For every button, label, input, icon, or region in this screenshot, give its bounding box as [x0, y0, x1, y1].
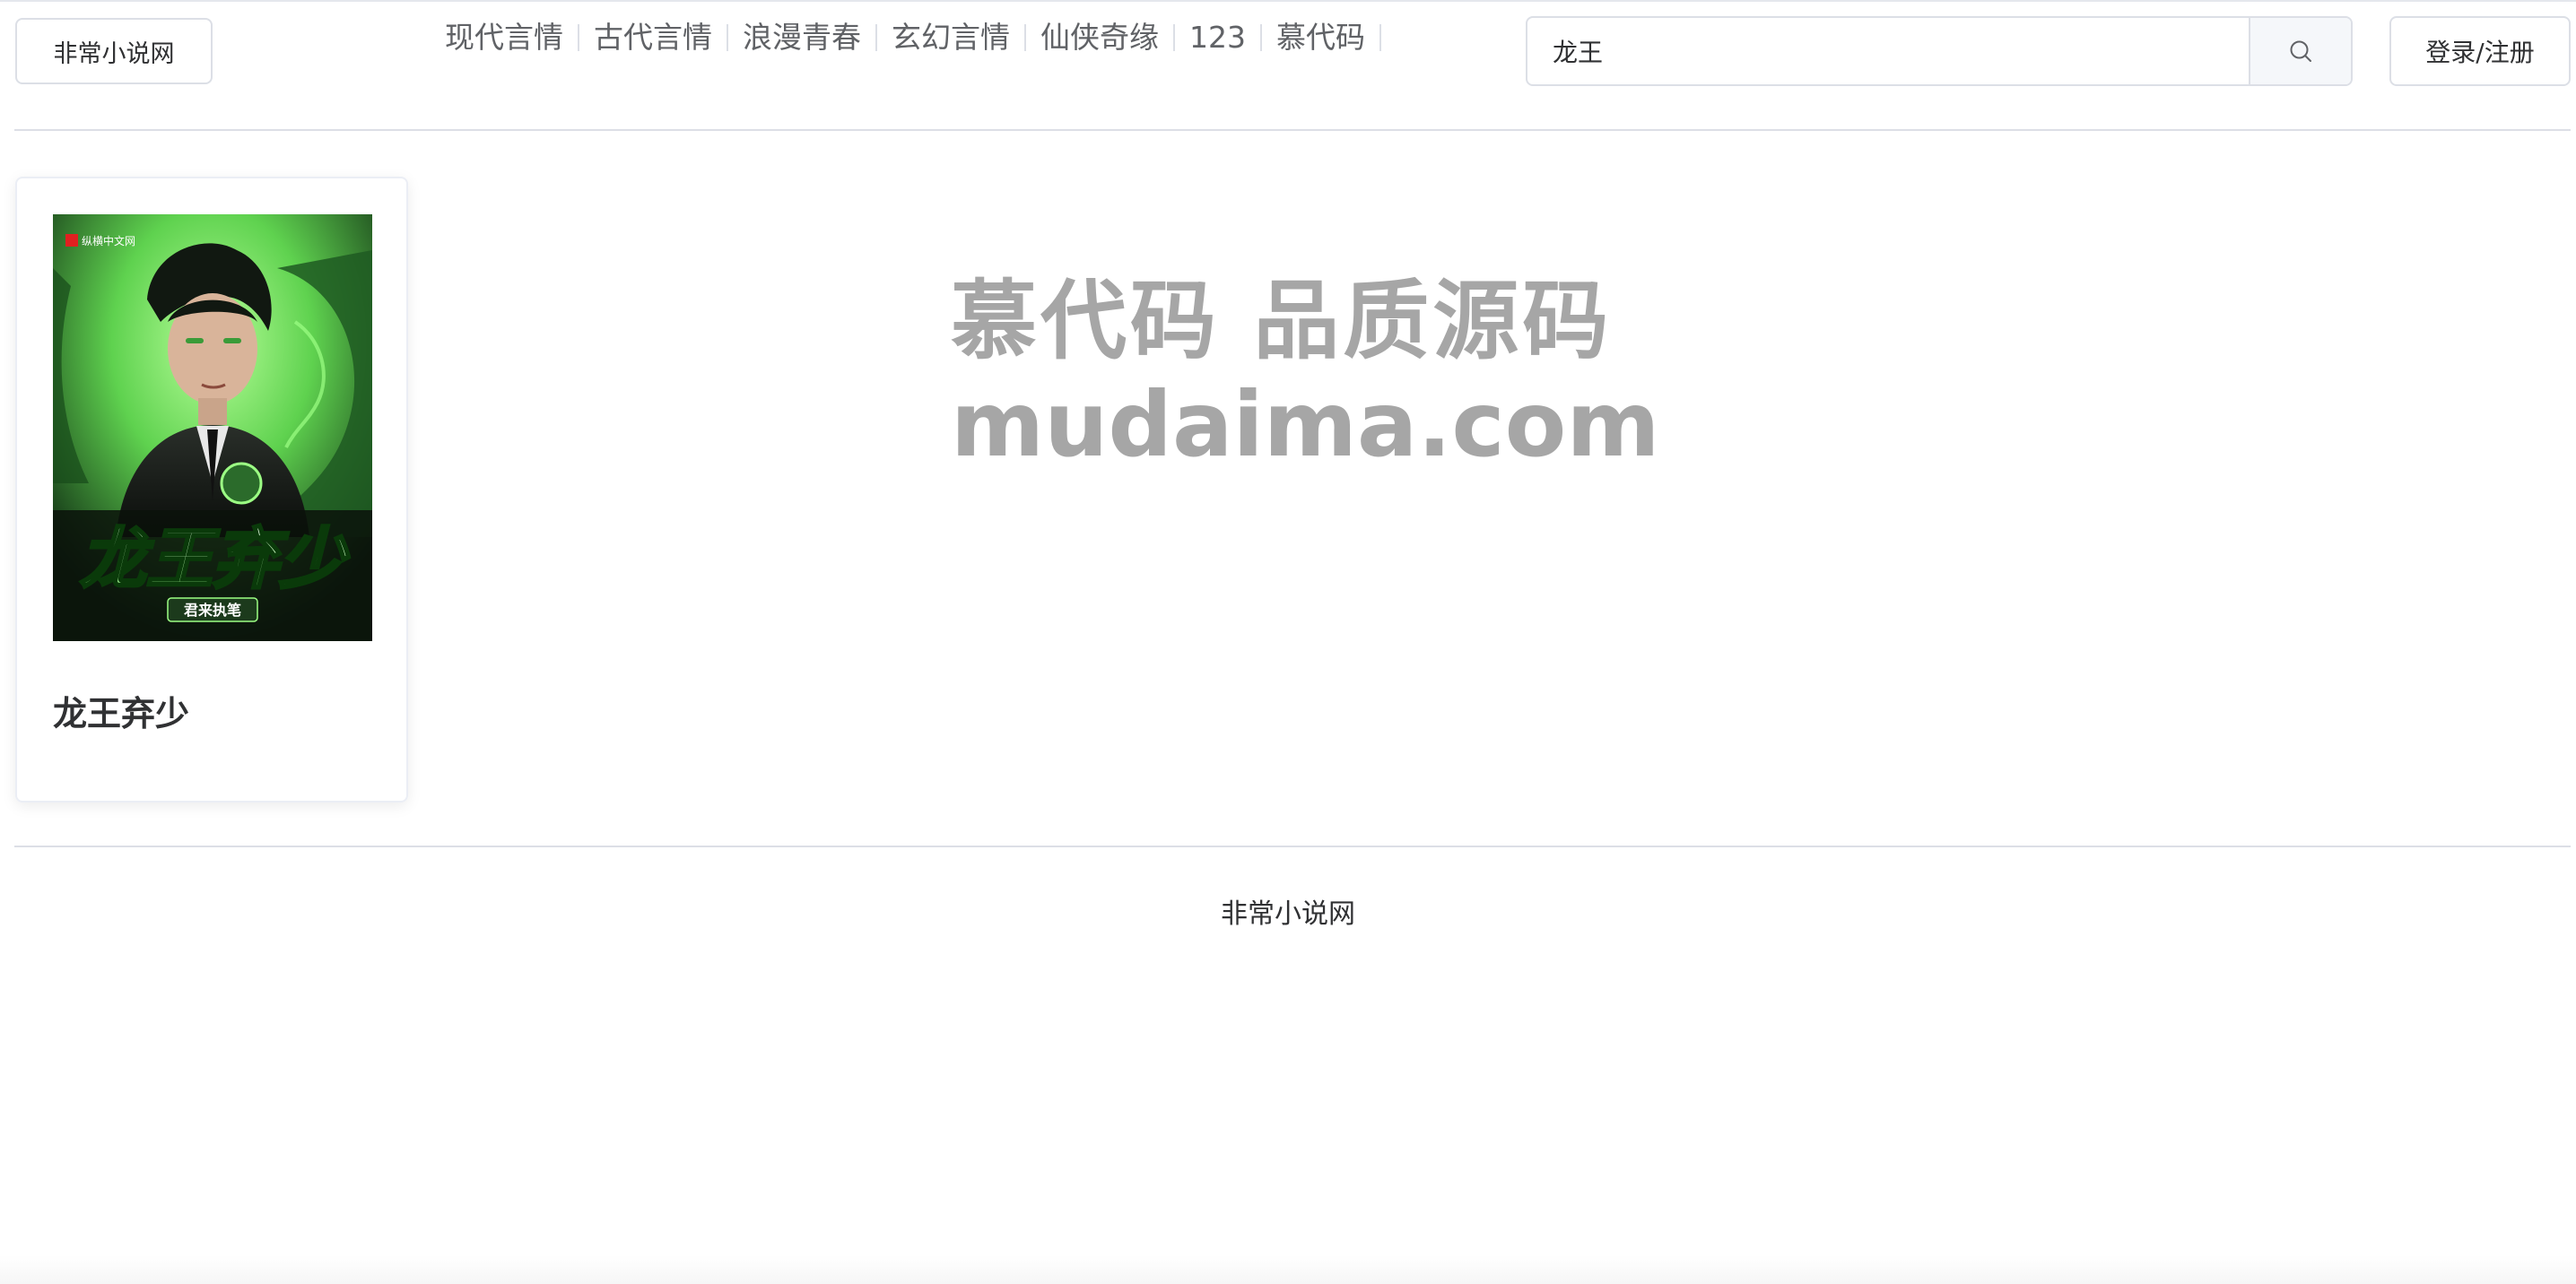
- search-icon: [2290, 40, 2311, 62]
- nav-item-xianxia[interactable]: 仙侠奇缘: [1026, 18, 1173, 57]
- search-input[interactable]: [1527, 18, 2249, 84]
- cover-title-art: 龙王弃少: [80, 521, 350, 598]
- book-cover-art: 龙王弃少 君来执笔 纵横中文网: [53, 214, 372, 641]
- watermark-line-1: 慕代码 品质源码: [951, 271, 1613, 371]
- login-register-label: 登录/注册: [2425, 38, 2535, 67]
- nav-item-ancient-romance[interactable]: 古代言情: [579, 18, 727, 57]
- nav-separator: [1379, 24, 1381, 51]
- site-home-button[interactable]: 非常小说网: [15, 18, 213, 84]
- search-box: [1526, 16, 2353, 86]
- book-title[interactable]: 龙王弃少: [53, 686, 189, 735]
- book-card[interactable]: 龙王弃少 君来执笔 纵横中文网 龙王弃少: [15, 177, 408, 802]
- footer-site-name: 非常小说网: [1221, 898, 1355, 930]
- search-button[interactable]: [2249, 18, 2351, 84]
- site-home-label: 非常小说网: [53, 39, 175, 68]
- page: 非常小说网 现代言情 古代言情 浪漫青春 玄幻言情 仙侠奇缘 123 慕代码 登…: [0, 0, 2576, 1284]
- nav-item-fantasy-romance[interactable]: 玄幻言情: [877, 18, 1024, 57]
- book-cover[interactable]: 龙王弃少 君来执笔 纵横中文网: [53, 214, 372, 641]
- header-divider: [14, 129, 2571, 131]
- top-border: [0, 0, 2576, 2]
- nav-item-modern-romance[interactable]: 现代言情: [439, 18, 578, 57]
- nav-item-123[interactable]: 123: [1175, 18, 1260, 57]
- category-nav: 现代言情 古代言情 浪漫青春 玄幻言情 仙侠奇缘 123 慕代码: [439, 18, 1381, 57]
- cover-author-tag: 君来执笔: [184, 602, 241, 619]
- cover-publisher: 纵横中文网: [82, 234, 135, 247]
- nav-item-youth[interactable]: 浪漫青春: [728, 18, 875, 57]
- login-register-button[interactable]: 登录/注册: [2389, 16, 2571, 86]
- watermark-line-2: mudaima.com: [951, 372, 1660, 477]
- nav-item-mudaima[interactable]: 慕代码: [1262, 18, 1379, 57]
- footer-divider: [14, 846, 2571, 847]
- watermark: 慕代码 品质源码 mudaima.com: [951, 269, 1668, 477]
- bottom-edge-shadow: [0, 1255, 2576, 1284]
